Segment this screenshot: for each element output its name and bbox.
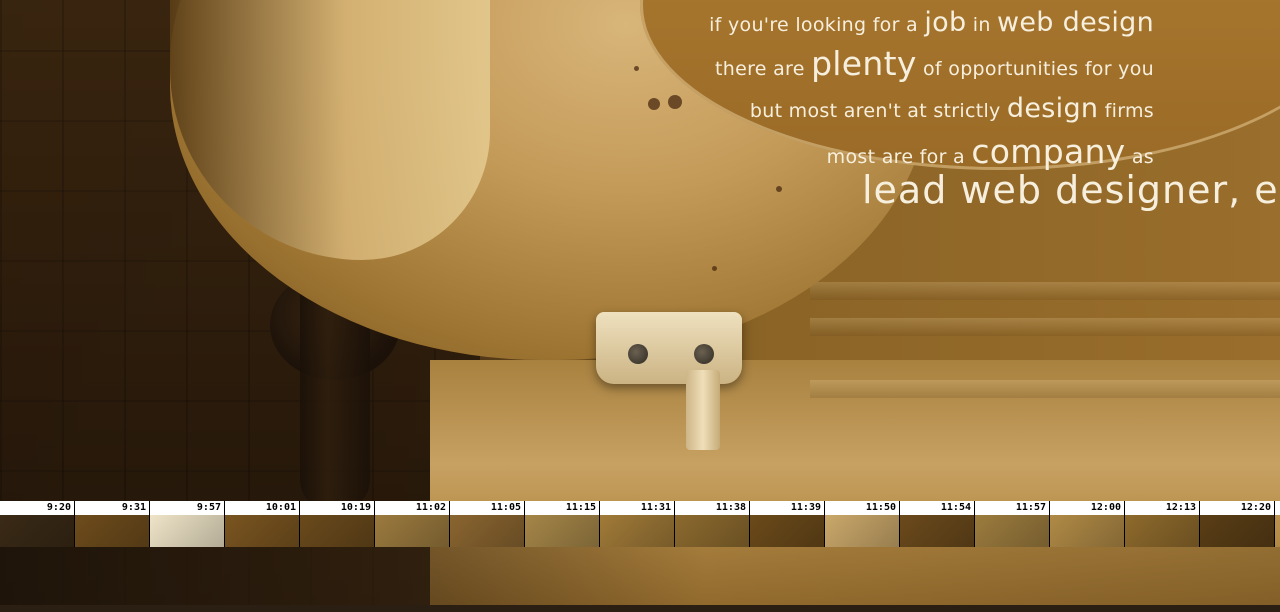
timeline-thumbnail[interactable] (525, 515, 600, 547)
bottom-edge (0, 605, 1280, 612)
timeline-thumbnail[interactable] (1125, 515, 1200, 547)
emphasis-web-design: web design (997, 7, 1154, 38)
text: as (1125, 146, 1154, 168)
stain (634, 66, 639, 71)
timeline-thumbnails (0, 515, 1280, 547)
headline-line-2: there are plenty of opportunities for yo… (709, 42, 1154, 91)
floor-stripe (810, 318, 1280, 336)
timeline-timestamp[interactable]: 11:31 (600, 501, 675, 515)
timeline-thumbnail[interactable] (450, 515, 525, 547)
screw-icon (628, 344, 648, 364)
timeline-timestamp[interactable]: 9:20 (0, 501, 75, 515)
timeline-thumbnail[interactable] (675, 515, 750, 547)
timeline-timestamp[interactable]: 12:20 (1200, 501, 1275, 515)
timeline-timestamp[interactable]: 11:15 (525, 501, 600, 515)
timeline-thumbnail[interactable] (0, 515, 75, 547)
timeline-thumbnail[interactable] (900, 515, 975, 547)
emphasis-plenty: plenty (811, 44, 917, 83)
text: there are (714, 58, 812, 80)
timeline-timestamp[interactable]: 10:01 (225, 501, 300, 515)
video-frame: if you're looking for a job in web desig… (0, 0, 1280, 612)
text: most are for a (826, 146, 972, 168)
timeline-timestamp[interactable]: 11:54 (900, 501, 975, 515)
timeline-thumbnail[interactable] (975, 515, 1050, 547)
timeline-thumbnail[interactable] (75, 515, 150, 547)
timeline-thumbnail[interactable] (150, 515, 225, 547)
timeline-thumbnail[interactable] (375, 515, 450, 547)
screw-icon (694, 344, 714, 364)
timeline-timestamp[interactable]: 11:02 (375, 501, 450, 515)
timeline-thumbnail[interactable] (300, 515, 375, 547)
timeline-timestamp[interactable]: 11:39 (750, 501, 825, 515)
timeline-timestamp[interactable]: 9:57 (150, 501, 225, 515)
timeline-timestamp[interactable]: 11:57 (975, 501, 1050, 515)
timeline-strip: 9:20 9:31 9:57 10:01 10:19 11:02 11:05 11:15 11:… (0, 501, 1280, 547)
timeline-timestamp[interactable]: 9:31 (75, 501, 150, 515)
headline-line-1: if you're looking for a job in web desig… (709, 6, 1154, 42)
timeline-timestamp[interactable]: 11:05 (450, 501, 525, 515)
text: if you're looking for a (709, 14, 925, 36)
text: in (966, 14, 998, 36)
text: firms (1098, 100, 1154, 122)
seat-hinge (596, 312, 742, 384)
emphasis-design: design (1006, 93, 1099, 124)
headline-text: if you're looking for a job in web desig… (709, 6, 1154, 180)
stain (668, 95, 682, 109)
text: of opportunities for you (916, 58, 1154, 80)
emphasis-job: job (924, 7, 967, 38)
stain (712, 266, 717, 271)
timeline-timestamp[interactable]: 12:13 (1125, 501, 1200, 515)
floor-stripe (810, 380, 1280, 398)
emphasis-company: company (971, 132, 1126, 171)
timeline-thumbnail[interactable] (1050, 515, 1125, 547)
timeline-thumbnail[interactable] (225, 515, 300, 547)
bottom-band (0, 547, 1280, 605)
floor-stripe (810, 282, 1280, 300)
timeline-thumbnail[interactable] (1200, 515, 1275, 547)
timeline-timestamp[interactable]: 11:50 (825, 501, 900, 515)
lead-web-designer-text: lead web designer, e (862, 168, 1279, 212)
timeline-timestamp[interactable]: 11:38 (675, 501, 750, 515)
timeline-timestamp[interactable]: 12:00 (1050, 501, 1125, 515)
timeline-thumbnail[interactable] (600, 515, 675, 547)
text: but most aren't at strictly (749, 100, 1007, 122)
headline-line-3: but most aren't at strictly design firms (709, 91, 1154, 129)
stain (776, 186, 782, 192)
timeline-thumbnail[interactable] (750, 515, 825, 547)
timeline-thumbnail[interactable] (825, 515, 900, 547)
timeline-timestamp[interactable]: 10:19 (300, 501, 375, 515)
hinge-post (686, 370, 720, 450)
timeline-times: 9:20 9:31 9:57 10:01 10:19 11:02 11:05 11:15 11:… (0, 501, 1280, 515)
stain (648, 98, 660, 110)
